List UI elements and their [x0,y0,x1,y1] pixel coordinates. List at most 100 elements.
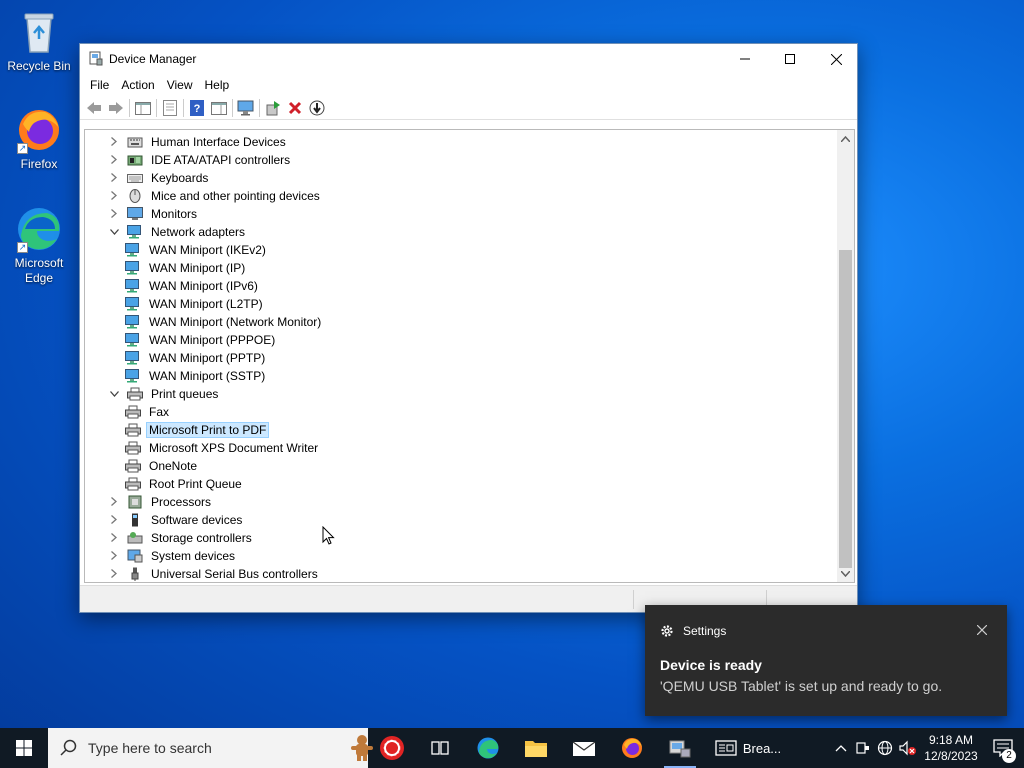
expand-chevron-icon[interactable] [107,532,121,544]
back-button[interactable] [83,98,105,118]
scroll-up-arrow-icon[interactable] [837,130,854,147]
desktop-icon-recycle-bin[interactable]: Recycle Bin [4,8,74,74]
device-row[interactable]: WAN Miniport (PPPOE) [125,331,278,349]
network-adapter-icon [125,279,141,293]
desktop-icon-firefox[interactable]: ↗ Firefox [4,106,74,172]
expand-chevron-icon[interactable] [107,550,121,562]
device-row[interactable]: WAN Miniport (Network Monitor) [125,313,324,331]
taskbar-file-explorer-button[interactable] [512,728,560,768]
device-category-row[interactable]: Keyboards [107,169,211,187]
toast-close-button[interactable] [976,623,988,638]
close-button[interactable] [813,44,859,74]
disable-device-button[interactable] [306,98,328,118]
status-bar-divider [633,590,634,609]
forward-button[interactable] [105,98,127,118]
expand-chevron-icon[interactable] [107,136,121,148]
title-bar[interactable]: Device Manager [80,44,857,74]
device-row[interactable]: WAN Miniport (L2TP) [125,295,266,313]
show-hide-console-tree-button[interactable] [132,98,154,118]
menu-bar: File Action View Help [80,74,857,96]
expand-chevron-icon[interactable] [107,514,121,526]
menu-file[interactable]: File [84,78,115,92]
device-row[interactable]: Microsoft XPS Document Writer [125,439,321,457]
device-row[interactable]: WAN Miniport (IPv6) [125,277,261,295]
device-row[interactable]: WAN Miniport (IP) [125,259,248,277]
menu-view[interactable]: View [161,78,199,92]
taskbar-running-app-button[interactable]: Brea... [704,728,792,768]
device-category-row[interactable]: Mice and other pointing devices [107,187,323,205]
expand-chevron-icon[interactable] [107,568,121,580]
device-row[interactable]: WAN Miniport (PPTP) [125,349,268,367]
taskbar-edge-button[interactable] [464,728,512,768]
cortana-button[interactable] [368,728,416,768]
network-adapter-icon [127,225,143,239]
notification-count-badge: 2 [1002,749,1016,763]
printer-icon [125,423,141,437]
desktop-icon-edge[interactable]: ↗ Microsoft Edge [4,205,74,286]
scroll-down-arrow-icon[interactable] [837,565,854,582]
update-driver-button[interactable] [262,98,284,118]
edge-icon: ↗ [15,205,63,253]
expand-chevron-icon[interactable] [107,496,121,508]
action-pane-button[interactable] [208,98,230,118]
device-row[interactable]: WAN Miniport (SSTP) [125,367,268,385]
usb-tray-icon [856,742,869,754]
show-hidden-icons-button[interactable] [830,744,852,752]
clock[interactable]: 9:18 AM 12/8/2023 [920,732,982,764]
help-button[interactable]: ? [186,98,208,118]
help-icon: ? [190,99,204,116]
scrollbar-thumb[interactable] [839,250,852,568]
network-adapter-icon [125,369,141,383]
storage-controller-icon [127,531,143,545]
device-category-row[interactable]: Software devices [107,511,245,529]
device-category-row[interactable]: Print queues [107,385,221,403]
device-row[interactable]: Root Print Queue [125,475,245,493]
folder-icon [525,741,547,757]
collapse-chevron-icon[interactable] [107,389,121,399]
start-button[interactable] [0,728,48,768]
device-category-row[interactable]: Network adapters [107,223,248,241]
minimize-button[interactable] [722,44,768,74]
collapse-chevron-icon[interactable] [107,227,121,237]
device-category-row[interactable]: Universal Serial Bus controllers [107,565,321,582]
task-view-button[interactable] [416,728,464,768]
expand-chevron-icon[interactable] [107,172,121,184]
device-row[interactable]: Fax [125,403,172,421]
device-category-row[interactable]: Human Interface Devices [107,133,289,151]
expand-chevron-icon[interactable] [107,190,121,202]
device-category-row[interactable]: Storage controllers [107,529,255,547]
tray-device-button[interactable] [852,741,874,755]
device-label: WAN Miniport (SSTP) [149,369,266,383]
device-category-row[interactable]: Processors [107,493,214,511]
expand-chevron-icon[interactable] [107,154,121,166]
device-category-row[interactable]: System devices [107,547,238,565]
update-driver-icon [266,100,280,115]
uninstall-device-button[interactable] [284,98,306,118]
device-row[interactable]: OneNote [125,457,200,475]
device-tree[interactable]: Human Interface Devices IDE ATA/ATAPI con… [84,129,855,583]
taskbar-firefox-button[interactable] [608,728,656,768]
device-manager-window: Device Manager File Action View Help ? H… [79,43,858,613]
taskbar-device-manager-button[interactable] [656,728,704,768]
taskbar-mail-button[interactable] [560,728,608,768]
device-category-row[interactable]: Monitors [107,205,200,223]
scan-hardware-button[interactable] [235,98,257,118]
properties-button[interactable] [159,98,181,118]
menu-action[interactable]: Action [115,78,160,92]
device-row[interactable]: Microsoft Print to PDF [125,421,270,439]
maximize-button[interactable] [767,44,813,74]
action-center-button[interactable]: 2 [982,739,1024,763]
firefox-icon: ↗ [15,106,63,154]
device-category-row[interactable]: IDE ATA/ATAPI controllers [107,151,293,169]
network-button[interactable] [874,740,896,756]
device-row[interactable]: WAN Miniport (IKEv2) [125,241,269,259]
device-label: OneNote [149,459,198,473]
expand-chevron-icon[interactable] [107,208,121,220]
vertical-scrollbar[interactable] [837,130,854,582]
uninstall-x-icon [288,101,302,114]
menu-help[interactable]: Help [199,78,236,92]
volume-button[interactable] [896,740,920,756]
shortcut-arrow-icon: ↗ [17,242,28,253]
device-ready-toast[interactable]: Settings Device is ready 'QEMU USB Table… [645,605,1007,716]
taskbar-search-box[interactable]: Type here to search [48,728,404,768]
